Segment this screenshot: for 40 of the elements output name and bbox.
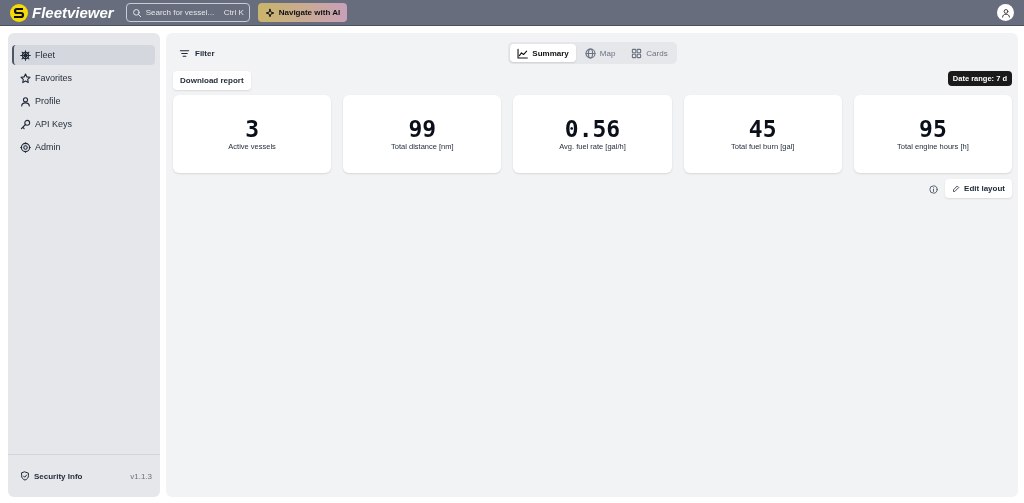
key-icon (20, 118, 31, 130)
filter-button[interactable]: Filter (173, 47, 221, 59)
shield-icon (20, 471, 30, 481)
sidebar-item[interactable]: Favorites (12, 68, 155, 88)
version-label: v1.1.3 (130, 471, 152, 481)
logo-icon (10, 3, 28, 22)
star-icon (20, 72, 31, 84)
wheel-icon (20, 49, 31, 61)
user-icon (1000, 7, 1011, 18)
search-icon (131, 7, 142, 18)
download-button[interactable]: Download report (173, 71, 251, 90)
sidebar-item[interactable]: API Keys (12, 114, 155, 134)
edit-layout-button[interactable]: Edit layout (945, 179, 1012, 198)
view-tab[interactable]: Map (577, 44, 623, 62)
search-field[interactable]: Search for vessel... Ctrl K (125, 3, 250, 22)
shortcut-hint: Ctrl K (223, 8, 244, 17)
gear-icon (20, 141, 31, 153)
user-icon (20, 95, 31, 107)
globe-icon (584, 47, 596, 59)
view-tab[interactable]: Cards (624, 44, 675, 62)
app-name: Fleetviewer (32, 4, 114, 21)
search-placeholder: Search for vessel... (145, 8, 216, 17)
security-link[interactable]: Security Info (20, 471, 83, 481)
chart-icon (517, 47, 529, 59)
avatar-button[interactable] (997, 4, 1014, 21)
sparkle-icon (264, 7, 275, 18)
info-icon (929, 184, 939, 194)
stat-value: 45 (748, 117, 777, 142)
sidebar-item[interactable]: Profile (12, 91, 155, 111)
stat-value: 0.56 (564, 117, 621, 142)
sidebar-item[interactable]: Admin (12, 137, 155, 157)
pencil-icon (952, 184, 961, 193)
sidebar-item[interactable]: Fleet (12, 45, 155, 65)
ai-button[interactable]: Navigate with AI (257, 3, 348, 22)
filter-icon (179, 47, 190, 59)
grid-icon (631, 47, 643, 59)
stat-value: 95 (919, 117, 947, 142)
view-tab[interactable]: Summary (510, 44, 576, 62)
stat-value: 99 (408, 117, 437, 142)
stat-value: 3 (245, 117, 260, 142)
